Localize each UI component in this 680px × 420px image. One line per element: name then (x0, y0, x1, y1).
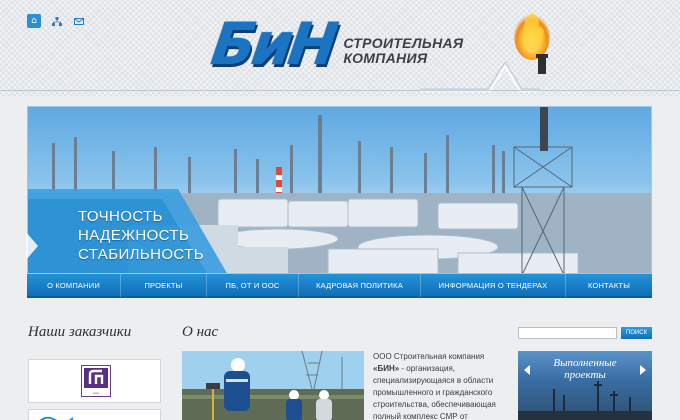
about-text-line: «БИН» - организация, (373, 364, 455, 373)
nav-item-about-company[interactable]: О КОМПАНИИ (27, 273, 121, 297)
search-input[interactable] (518, 327, 617, 339)
about-heading: О нас (182, 324, 219, 340)
company-name: «БИН» (373, 364, 400, 373)
completed-projects-widget[interactable]: Выполненные проекты (518, 351, 652, 420)
nav-item-safety[interactable]: ПБ, ОТ и ООС (207, 273, 299, 297)
projects-title: Выполненные проекты (553, 357, 617, 381)
about-text-line: промышленного и гражданского (373, 388, 493, 397)
about-text-line: строительства, обеспечивающая (373, 400, 496, 409)
search-button[interactable]: поиск (621, 327, 652, 339)
nav-item-projects[interactable]: ПРОЕКТЫ (121, 273, 207, 297)
slogan-line-3: СТАБИЛЬНОСТЬ (78, 246, 204, 263)
about-photo (182, 351, 364, 420)
prev-arrow-icon[interactable] (524, 365, 530, 375)
banner-slogan: ТОЧНОСТЬ НАДЕЖНОСТЬ СТАБИЛЬНОСТЬ (78, 207, 204, 264)
logo-mark: БиН (207, 10, 339, 78)
mail-icon[interactable] (72, 14, 86, 28)
header-divider (0, 90, 680, 91)
slogan-line-2: НАДЕЖНОСТЬ (78, 227, 190, 244)
slogan-line-1: ТОЧНОСТЬ (78, 208, 163, 225)
customer-logo-image (39, 416, 74, 420)
customer-logo-card[interactable]: ▪▪▪▪▪▪ (28, 359, 161, 403)
next-arrow-icon[interactable] (640, 365, 646, 375)
about-text-line: ООО Строительная компания (373, 352, 485, 361)
nav-item-hr-policy[interactable]: КАДРОВАЯ ПОЛИТИКА (299, 273, 421, 297)
banner-arrow-decoration (26, 232, 38, 260)
site-header: ⌂ БиН СТРОИТЕЛЬНАЯ КОМПАНИЯ (0, 0, 680, 96)
customer-logo-image: ▪▪▪▪▪▪ (81, 365, 111, 397)
nav-item-contacts[interactable]: КОНТАКТЫ (566, 273, 652, 297)
hero-banner: ТОЧНОСТЬ НАДЕЖНОСТЬ СТАБИЛЬНОСТЬ (27, 106, 652, 274)
about-text-line: специализирующаяся в области (373, 376, 494, 385)
main-navigation: О КОМПАНИИ ПРОЕКТЫ ПБ, ОТ и ООС КАДРОВАЯ… (27, 273, 652, 298)
home-icon[interactable]: ⌂ (27, 14, 41, 28)
gas-flare-image (514, 12, 550, 74)
customers-heading: Наши заказчики (28, 324, 132, 340)
nav-item-tenders[interactable]: ИНФОРМАЦИЯ О ТЕНДЕРАХ (421, 273, 566, 297)
about-text: ООО Строительная компания «БИН» - органи… (373, 351, 513, 420)
about-text-line: полный комплекс СМР от (373, 412, 468, 420)
sitemap-icon[interactable] (50, 14, 64, 28)
customer-logo-card[interactable] (28, 409, 161, 420)
logo-text-line1: СТРОИТЕЛЬНАЯ (343, 35, 464, 51)
